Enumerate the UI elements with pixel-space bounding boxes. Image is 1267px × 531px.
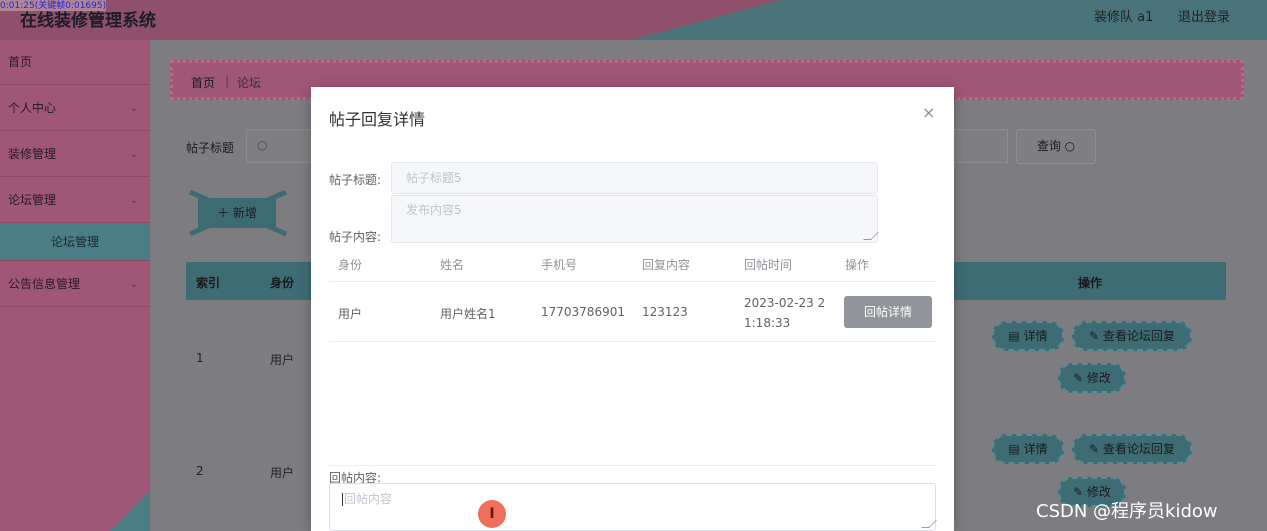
reply-time-line-1: 2023-02-23 2 (744, 296, 826, 310)
sidebar-item-forum-management[interactable]: 论坛管理 ⌄ (0, 178, 150, 223)
replies-table-header: 身份 姓名 手机号 回复内容 回帖时间 操作 (329, 247, 936, 282)
reply-time-line-2: 1:18:33 (744, 316, 791, 330)
text-cursor-icon: I (478, 500, 506, 528)
sidebar-item-label: 论坛管理 (50, 235, 99, 249)
chevron-down-icon: ⌄ (129, 195, 138, 206)
resize-handle-icon[interactable] (863, 232, 879, 240)
reply-detail-button[interactable]: 回帖详情 (844, 296, 932, 328)
sidebar-item-renovation-management[interactable]: 装修管理 ⌄ (0, 132, 150, 177)
app-window: 在线装修管理系统 0:01:25(关键帧0:01695) 装修队 a1 退出登录… (0, 0, 1267, 531)
row-1-detail-button[interactable]: ▤ 详情 (992, 321, 1064, 351)
column-phone: 手机号 (541, 258, 578, 272)
reply-placeholder: 回帖内容 (344, 492, 393, 506)
text-caret (342, 493, 343, 506)
row-2-identity: 用户 (270, 466, 295, 480)
breadcrumb-separator: | (225, 74, 230, 88)
resize-handle-icon[interactable] (921, 520, 937, 528)
recording-timestamp: 0:01:25(关键帧0:01695) (0, 0, 107, 11)
top-bar: 在线装修管理系统 0:01:25(关键帧0:01695) 装修队 a1 退出登录 (0, 0, 1267, 40)
breadcrumb-home[interactable]: 首页 (191, 74, 215, 91)
sidebar-item-label: 首页 (8, 55, 33, 69)
breadcrumb-current: 论坛 (237, 76, 262, 90)
search-input-right-part[interactable] (948, 129, 1008, 163)
post-title-label: 帖子标题: (329, 173, 382, 187)
sidebar: 首页 个人中心 ⌄ 装修管理 ⌄ 论坛管理 ⌄ 论坛管理 公告信息管理 ⌄ (0, 40, 150, 531)
sidebar-item-announcement-management[interactable]: 公告信息管理 ⌄ (0, 262, 150, 307)
reply-phone: 17703786901 (541, 305, 625, 319)
row-1-index: 1 (196, 351, 204, 365)
sidebar-item-label: 公告信息管理 (8, 277, 81, 291)
post-content-field[interactable]: 发布内容5 (391, 195, 879, 243)
reply-identity: 用户 (338, 307, 363, 321)
add-button[interactable]: ＋ 新增 (198, 198, 276, 228)
row-2-view-replies-button[interactable]: ✎ 查看论坛回复 (1072, 434, 1192, 464)
column-actions: 操作 (1078, 276, 1103, 290)
post-content-text: 发布内容5 (406, 203, 462, 217)
chevron-down-icon: ⌄ (129, 279, 138, 290)
chevron-down-icon: ⌄ (129, 103, 138, 114)
search-title-label: 帖子标题 (186, 141, 235, 155)
reply-time: 2023-02-23 2 1:18:33 (744, 293, 832, 333)
dialog-title: 帖子回复详情 (329, 110, 426, 129)
sidebar-decoration (110, 491, 150, 531)
logout-link[interactable]: 退出登录 (1178, 6, 1230, 25)
row-1-view-replies-button[interactable]: ✎ 查看论坛回复 (1072, 321, 1192, 351)
column-reply-content: 回复内容 (642, 258, 691, 272)
user-name: 装修队 a1 (1094, 10, 1154, 25)
row-2-detail-button[interactable]: ▤ 详情 (992, 434, 1064, 464)
reply-detail-dialog: 帖子回复详情 × 帖子标题: 帖子标题5 帖子内容: 发布内容5 身份 姓名 手… (311, 87, 954, 531)
reply-content: 123123 (642, 305, 688, 319)
close-icon[interactable]: × (922, 103, 935, 122)
sidebar-item-label: 装修管理 (8, 147, 57, 161)
column-name: 姓名 (440, 258, 465, 272)
sidebar-item-home[interactable]: 首页 (0, 40, 150, 85)
sidebar-item-label: 论坛管理 (8, 193, 57, 207)
overlay-shade (0, 0, 1267, 40)
sidebar-item-label: 个人中心 (8, 101, 57, 115)
row-2-index: 2 (196, 464, 204, 478)
column-reply-time: 回帖时间 (744, 258, 793, 272)
reply-content-textarea[interactable]: 回帖内容 (329, 483, 937, 531)
post-title-field[interactable]: 帖子标题5 (391, 162, 878, 194)
search-icon: ○ (257, 138, 268, 152)
column-identity: 身份 (270, 276, 295, 290)
divider (329, 465, 936, 466)
post-content-label: 帖子内容: (329, 230, 382, 244)
query-button[interactable]: 查询 ○ (1016, 129, 1096, 164)
sidebar-item-personal-center[interactable]: 个人中心 ⌄ (0, 86, 150, 131)
table-row: 用户 用户姓名1 17703786901 123123 2023-02-23 2… (329, 282, 936, 342)
column-index: 索引 (196, 276, 221, 290)
sidebar-subitem-forum-management[interactable]: 论坛管理 (0, 223, 150, 261)
row-1-edit-button[interactable]: ✎ 修改 (1058, 363, 1126, 393)
reply-name: 用户姓名1 (440, 307, 496, 321)
watermark: CSDN @程序员kidow (1036, 501, 1218, 522)
chevron-down-icon: ⌄ (129, 149, 138, 160)
row-1-identity: 用户 (270, 353, 295, 367)
column-actions: 操作 (845, 258, 870, 272)
column-identity: 身份 (338, 258, 363, 272)
